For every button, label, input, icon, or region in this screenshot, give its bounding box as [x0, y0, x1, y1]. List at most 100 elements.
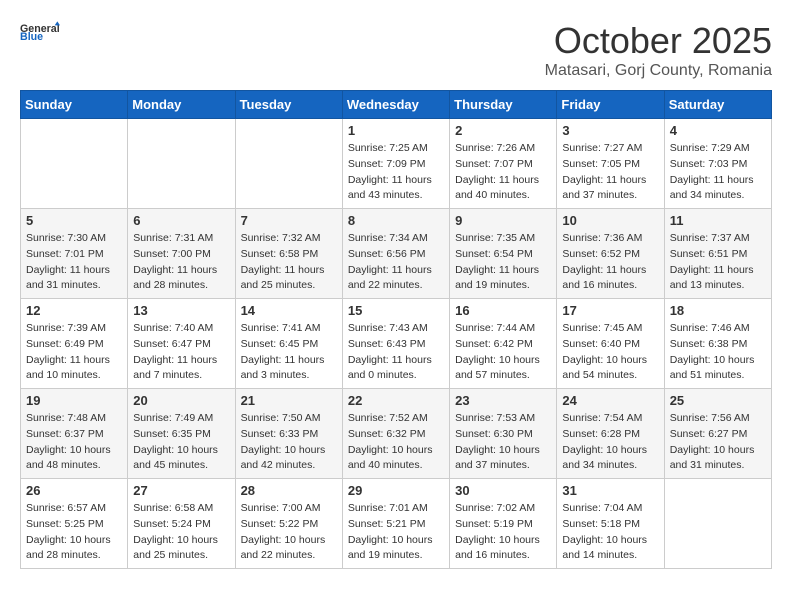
day-number: 9: [455, 213, 551, 228]
calendar-cell: 27 Sunrise: 6:58 AMSunset: 5:24 PMDayligh…: [128, 479, 235, 569]
logo: General Blue: [20, 20, 60, 42]
day-number: 4: [670, 123, 766, 138]
day-number: 28: [241, 483, 337, 498]
weekday-header-wednesday: Wednesday: [342, 91, 449, 119]
day-info: Sunrise: 7:27 AMSunset: 7:05 PMDaylight:…: [562, 141, 658, 204]
day-number: 6: [133, 213, 229, 228]
day-info: Sunrise: 6:58 AMSunset: 5:24 PMDaylight:…: [133, 501, 229, 564]
calendar-cell: 31 Sunrise: 7:04 AMSunset: 5:18 PMDayligh…: [557, 479, 664, 569]
calendar-cell: [21, 119, 128, 209]
calendar-cell: 20 Sunrise: 7:49 AMSunset: 6:35 PMDayligh…: [128, 389, 235, 479]
calendar-table: SundayMondayTuesdayWednesdayThursdayFrid…: [20, 90, 772, 569]
weekday-header-friday: Friday: [557, 91, 664, 119]
calendar-cell: 29 Sunrise: 7:01 AMSunset: 5:21 PMDayligh…: [342, 479, 449, 569]
calendar-cell: 2 Sunrise: 7:26 AMSunset: 7:07 PMDaylight…: [450, 119, 557, 209]
day-info: Sunrise: 7:29 AMSunset: 7:03 PMDaylight:…: [670, 141, 766, 204]
calendar-cell: 13 Sunrise: 7:40 AMSunset: 6:47 PMDayligh…: [128, 299, 235, 389]
day-info: Sunrise: 7:35 AMSunset: 6:54 PMDaylight:…: [455, 231, 551, 294]
weekday-header-sunday: Sunday: [21, 91, 128, 119]
day-number: 7: [241, 213, 337, 228]
logo-icon: General Blue: [20, 20, 60, 40]
day-number: 10: [562, 213, 658, 228]
calendar-cell: 15Sunrise: 7:43 AMSunset: 6:43 PMDayligh…: [342, 299, 449, 389]
calendar-cell: 30 Sunrise: 7:02 AMSunset: 5:19 PMDayligh…: [450, 479, 557, 569]
day-number: 2: [455, 123, 551, 138]
day-number: 14: [241, 303, 337, 318]
day-info: Sunrise: 7:50 AMSunset: 6:33 PMDaylight:…: [241, 411, 337, 474]
day-number: 15: [348, 303, 444, 318]
day-info: Sunrise: 7:31 AMSunset: 7:00 PMDaylight:…: [133, 231, 229, 294]
weekday-header-tuesday: Tuesday: [235, 91, 342, 119]
day-info: Sunrise: 7:45 AMSunset: 6:40 PMDaylight:…: [562, 321, 658, 384]
calendar-cell: 7 Sunrise: 7:32 AMSunset: 6:58 PMDaylight…: [235, 209, 342, 299]
page-header: General Blue October 2025 Matasari, Gorj…: [20, 20, 772, 80]
day-number: 1: [348, 123, 444, 138]
day-info: Sunrise: 7:26 AMSunset: 7:07 PMDaylight:…: [455, 141, 551, 204]
calendar-week-5: 26Sunrise: 6:57 AMSunset: 5:25 PMDayligh…: [21, 479, 772, 569]
day-number: 24: [562, 393, 658, 408]
calendar-cell: 9 Sunrise: 7:35 AMSunset: 6:54 PMDaylight…: [450, 209, 557, 299]
weekday-header-saturday: Saturday: [664, 91, 771, 119]
calendar-cell: 8Sunrise: 7:34 AMSunset: 6:56 PMDaylight…: [342, 209, 449, 299]
day-number: 23: [455, 393, 551, 408]
day-number: 18: [670, 303, 766, 318]
day-info: Sunrise: 7:39 AMSunset: 6:49 PMDaylight:…: [26, 321, 122, 384]
calendar-cell: 21Sunrise: 7:50 AMSunset: 6:33 PMDayligh…: [235, 389, 342, 479]
day-info: Sunrise: 7:54 AMSunset: 6:28 PMDaylight:…: [562, 411, 658, 474]
day-number: 30: [455, 483, 551, 498]
day-info: Sunrise: 7:52 AMSunset: 6:32 PMDaylight:…: [348, 411, 444, 474]
calendar-week-4: 19 Sunrise: 7:48 AMSunset: 6:37 PMDayligh…: [21, 389, 772, 479]
calendar-cell: 17Sunrise: 7:45 AMSunset: 6:40 PMDayligh…: [557, 299, 664, 389]
day-number: 20: [133, 393, 229, 408]
day-info: Sunrise: 7:53 AMSunset: 6:30 PMDaylight:…: [455, 411, 551, 474]
day-info: Sunrise: 7:25 AMSunset: 7:09 PMDaylight:…: [348, 141, 444, 204]
weekday-header-row: SundayMondayTuesdayWednesdayThursdayFrid…: [21, 91, 772, 119]
day-number: 19: [26, 393, 122, 408]
day-number: 27: [133, 483, 229, 498]
day-info: Sunrise: 7:44 AMSunset: 6:42 PMDaylight:…: [455, 321, 551, 384]
day-info: Sunrise: 7:41 AMSunset: 6:45 PMDaylight:…: [241, 321, 337, 384]
day-info: Sunrise: 7:01 AMSunset: 5:21 PMDaylight:…: [348, 501, 444, 564]
day-info: Sunrise: 7:56 AMSunset: 6:27 PMDaylight:…: [670, 411, 766, 474]
day-number: 16: [455, 303, 551, 318]
day-info: Sunrise: 7:02 AMSunset: 5:19 PMDaylight:…: [455, 501, 551, 564]
calendar-week-1: 1 Sunrise: 7:25 AMSunset: 7:09 PMDaylight…: [21, 119, 772, 209]
day-number: 13: [133, 303, 229, 318]
calendar-cell: [664, 479, 771, 569]
month-title: October 2025: [545, 20, 772, 62]
calendar-week-2: 5 Sunrise: 7:30 AMSunset: 7:01 PMDaylight…: [21, 209, 772, 299]
calendar-cell: 12 Sunrise: 7:39 AMSunset: 6:49 PMDayligh…: [21, 299, 128, 389]
day-info: Sunrise: 6:57 AMSunset: 5:25 PMDaylight:…: [26, 501, 122, 564]
day-info: Sunrise: 7:32 AMSunset: 6:58 PMDaylight:…: [241, 231, 337, 294]
location: Matasari, Gorj County, Romania: [545, 62, 772, 80]
calendar-cell: 28Sunrise: 7:00 AMSunset: 5:22 PMDayligh…: [235, 479, 342, 569]
calendar-cell: 6 Sunrise: 7:31 AMSunset: 7:00 PMDaylight…: [128, 209, 235, 299]
day-info: Sunrise: 7:40 AMSunset: 6:47 PMDaylight:…: [133, 321, 229, 384]
calendar-cell: 1 Sunrise: 7:25 AMSunset: 7:09 PMDaylight…: [342, 119, 449, 209]
calendar-cell: 14 Sunrise: 7:41 AMSunset: 6:45 PMDayligh…: [235, 299, 342, 389]
day-number: 25: [670, 393, 766, 408]
day-number: 29: [348, 483, 444, 498]
day-number: 3: [562, 123, 658, 138]
day-info: Sunrise: 7:46 AMSunset: 6:38 PMDaylight:…: [670, 321, 766, 384]
day-number: 5: [26, 213, 122, 228]
calendar-cell: 11Sunrise: 7:37 AMSunset: 6:51 PMDayligh…: [664, 209, 771, 299]
day-info: Sunrise: 7:49 AMSunset: 6:35 PMDaylight:…: [133, 411, 229, 474]
svg-text:Blue: Blue: [20, 31, 43, 40]
day-number: 22: [348, 393, 444, 408]
calendar-cell: 23 Sunrise: 7:53 AMSunset: 6:30 PMDayligh…: [450, 389, 557, 479]
day-number: 31: [562, 483, 658, 498]
calendar-cell: [235, 119, 342, 209]
calendar-cell: 25 Sunrise: 7:56 AMSunset: 6:27 PMDayligh…: [664, 389, 771, 479]
title-block: October 2025 Matasari, Gorj County, Roma…: [545, 20, 772, 80]
calendar-week-3: 12 Sunrise: 7:39 AMSunset: 6:49 PMDayligh…: [21, 299, 772, 389]
day-info: Sunrise: 7:34 AMSunset: 6:56 PMDaylight:…: [348, 231, 444, 294]
calendar-cell: 24 Sunrise: 7:54 AMSunset: 6:28 PMDayligh…: [557, 389, 664, 479]
calendar-cell: [128, 119, 235, 209]
day-number: 11: [670, 213, 766, 228]
day-info: Sunrise: 7:48 AMSunset: 6:37 PMDaylight:…: [26, 411, 122, 474]
day-info: Sunrise: 7:30 AMSunset: 7:01 PMDaylight:…: [26, 231, 122, 294]
weekday-header-monday: Monday: [128, 91, 235, 119]
day-info: Sunrise: 7:04 AMSunset: 5:18 PMDaylight:…: [562, 501, 658, 564]
day-number: 12: [26, 303, 122, 318]
